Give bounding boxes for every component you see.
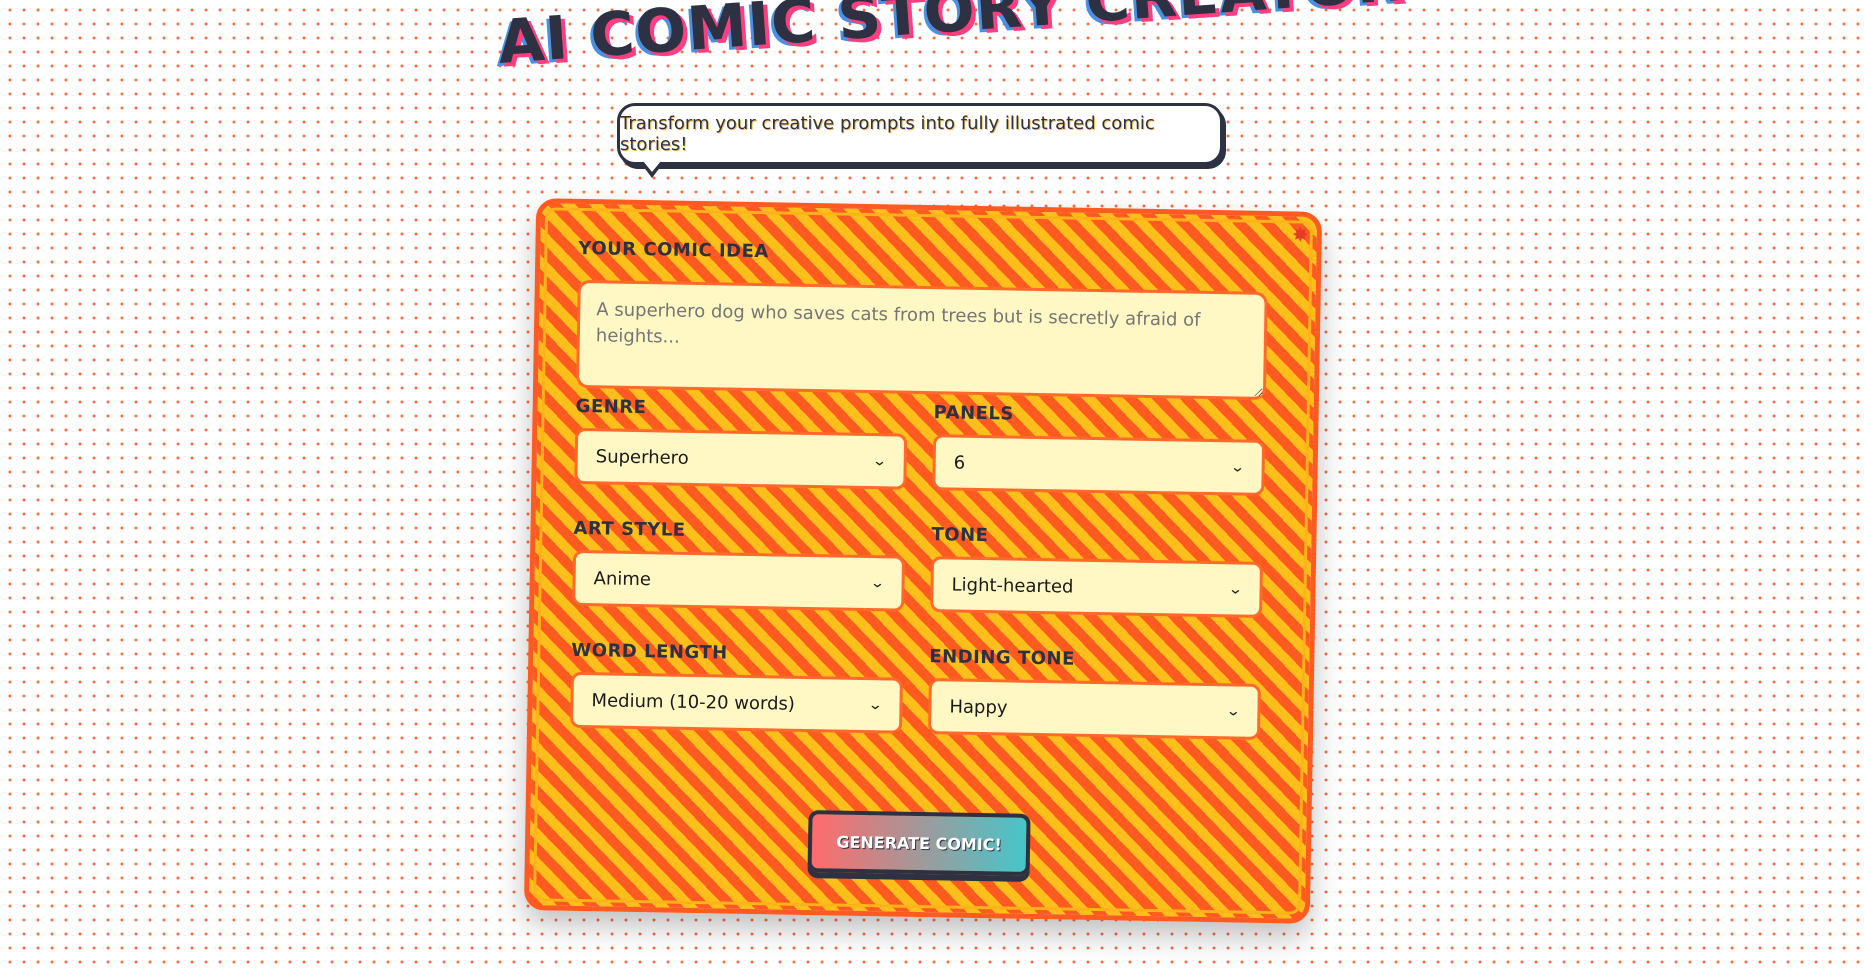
comic-idea-input[interactable] bbox=[575, 279, 1268, 400]
art-style-label: Art Style bbox=[573, 517, 686, 541]
chevron-down-icon: ⌄ bbox=[1227, 581, 1244, 598]
subtitle-text: Transform your creative prompts into ful… bbox=[620, 113, 1155, 155]
generate-comic-button[interactable]: Generate Comic! bbox=[807, 810, 1031, 876]
word-length-select-value: Medium (10-20 words) bbox=[591, 689, 796, 715]
chevron-down-icon: ⌄ bbox=[872, 453, 888, 470]
tone-select[interactable]: Light-hearted ⌄ bbox=[930, 556, 1264, 618]
chevron-down-icon: ⌄ bbox=[869, 575, 886, 592]
tone-select-value: Light-hearted bbox=[951, 574, 1074, 598]
comic-form-panel: ✸ Your Comic Idea Genre Superhero ⌄ Pane… bbox=[523, 198, 1323, 924]
panels-select-value: 6 bbox=[953, 452, 966, 474]
genre-label: Genre bbox=[575, 395, 647, 419]
chevron-down-icon: ⌄ bbox=[1225, 703, 1242, 720]
panels-label: Panels bbox=[933, 402, 1015, 425]
chevron-down-icon: ⌄ bbox=[1230, 459, 1246, 476]
subtitle-speech-bubble: Transform your creative prompts into ful… bbox=[617, 103, 1223, 178]
star-icon: ✸ bbox=[1291, 222, 1309, 247]
tone-label: Tone bbox=[931, 524, 989, 547]
art-style-select-value: Anime bbox=[593, 567, 652, 590]
panels-select[interactable]: 6 ⌄ bbox=[932, 434, 1266, 496]
chevron-down-icon: ⌄ bbox=[867, 697, 884, 714]
art-style-select[interactable]: Anime ⌄ bbox=[572, 549, 906, 612]
comic-idea-label: Your Comic Idea bbox=[578, 237, 769, 263]
word-length-label: Word Length bbox=[571, 639, 728, 664]
word-length-select[interactable]: Medium (10-20 words) ⌄ bbox=[570, 671, 903, 734]
ending-tone-select[interactable]: Happy ⌄ bbox=[927, 678, 1261, 740]
page-title: AI COMIC STORY CREATOR bbox=[495, 0, 1406, 78]
genre-select-value: Superhero bbox=[595, 445, 689, 469]
ending-tone-select-value: Happy bbox=[949, 695, 1008, 718]
ending-tone-label: Ending Tone bbox=[929, 646, 1076, 670]
genre-select[interactable]: Superhero ⌄ bbox=[574, 427, 908, 490]
